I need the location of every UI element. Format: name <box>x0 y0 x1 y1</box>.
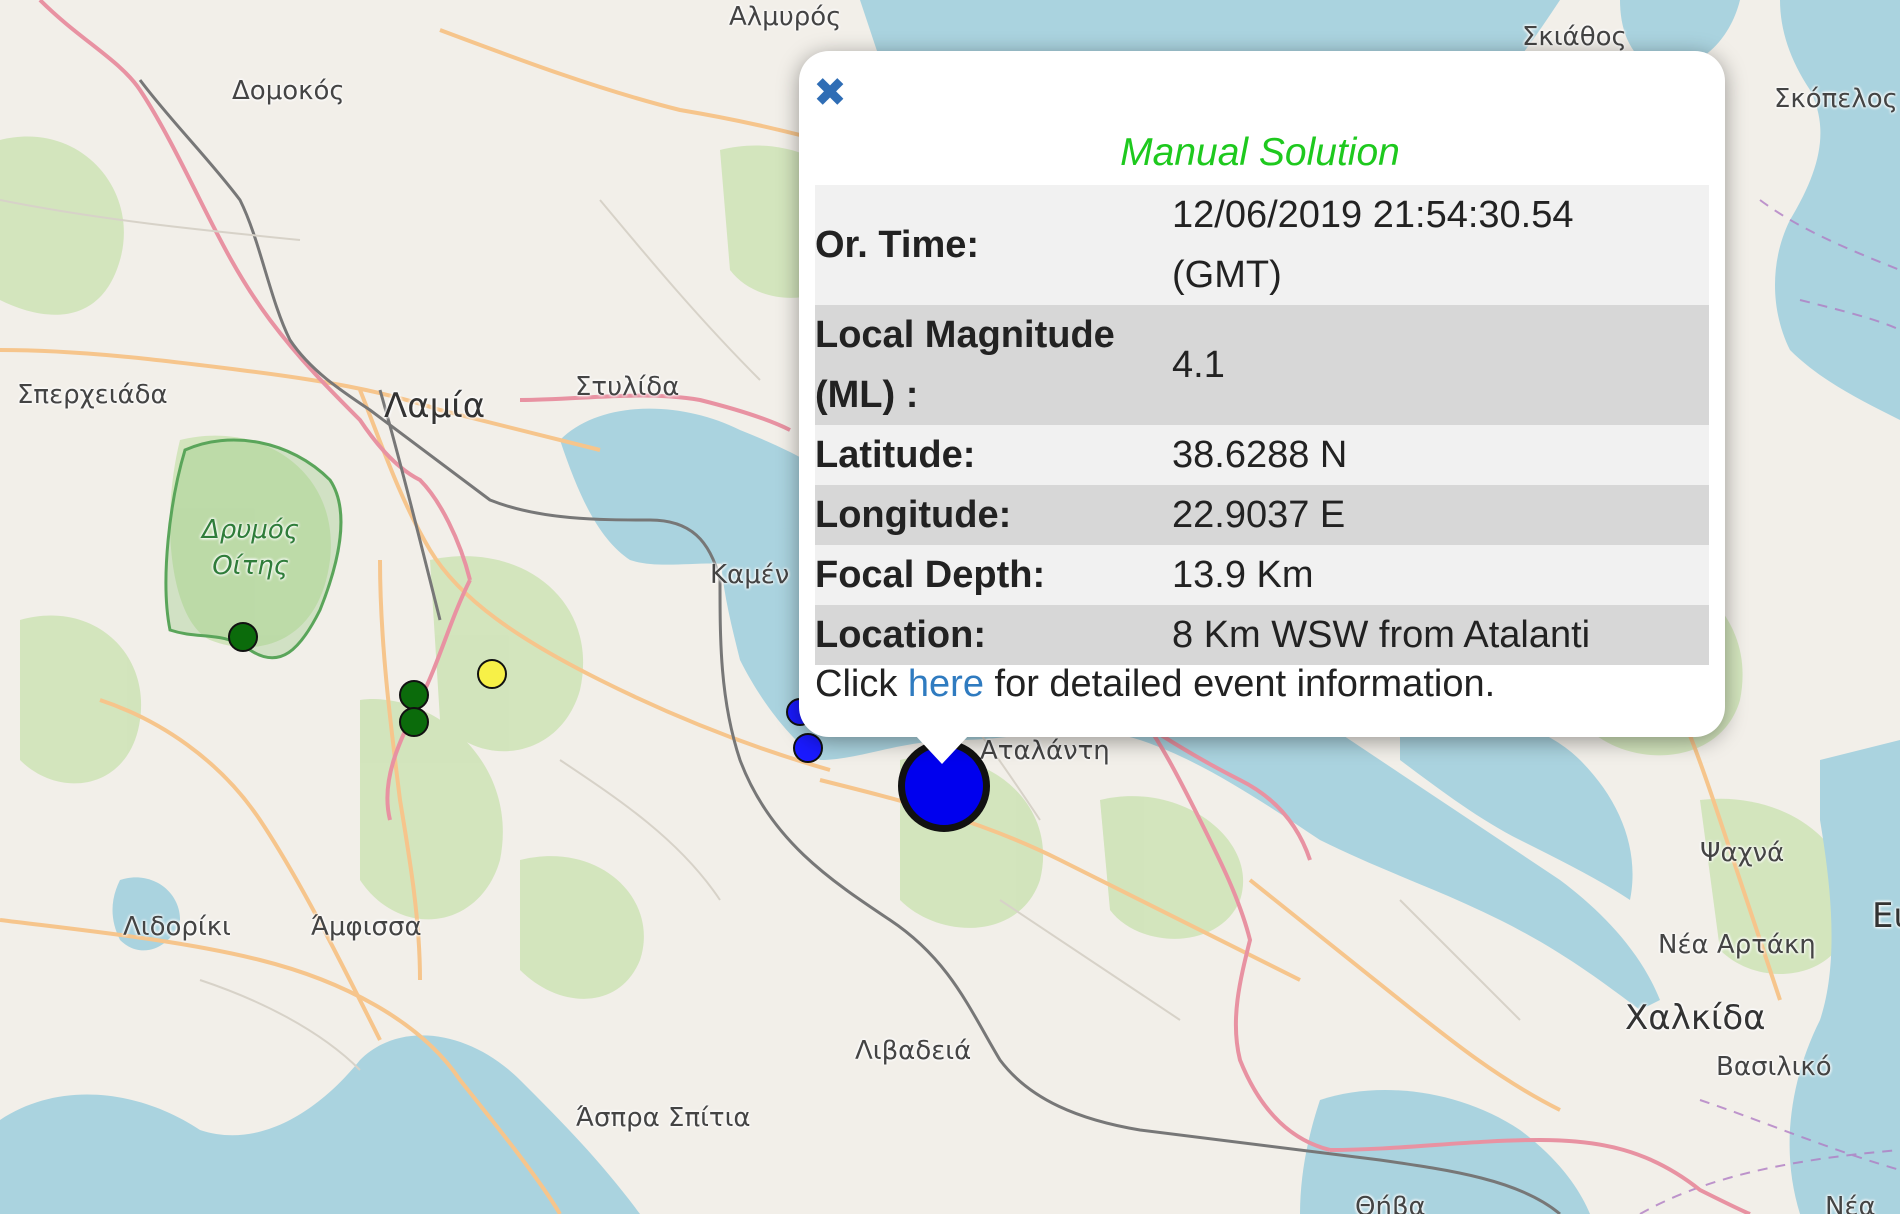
place-label-lidoriki: Λιδορίκι <box>123 912 231 942</box>
row-label: Location: <box>815 614 986 656</box>
place-label-edge: Ει <box>1872 896 1900 936</box>
row-value: 4.1 <box>1172 344 1225 386</box>
row-origin-time: Or. Time: 12/06/2019 21:54:30.54 (GMT) <box>815 185 1709 305</box>
place-label-spercheiada: Σπερχειάδα <box>17 380 168 410</box>
row-local-magnitude: Local Magnitude (ML) : 4.1 <box>815 305 1709 425</box>
place-label-psachna: Ψαχνά <box>1700 838 1785 868</box>
event-info-table: Or. Time: 12/06/2019 21:54:30.54 (GMT) L… <box>815 185 1709 665</box>
place-label-livadeia: Λιβαδειά <box>855 1036 972 1066</box>
seismic-map[interactable]: Αλμυρός Σκιάθος Σκόπελος Δομοκός Σπερχει… <box>0 0 1900 1214</box>
detail-suffix: for detailed event information. <box>994 663 1496 705</box>
place-label-almyros: Αλμυρός <box>729 2 842 32</box>
row-latitude: Latitude: 38.6288 N <box>815 425 1709 485</box>
row-focal-depth: Focal Depth: 13.9 Km <box>815 545 1709 605</box>
place-label-drymos-oitis: Δρυμός Οίτης <box>202 515 300 581</box>
place-label-thiva: Θήβα <box>1355 1192 1426 1214</box>
event-marker-blue-small-2[interactable] <box>793 733 823 763</box>
detail-link[interactable]: here <box>908 663 984 705</box>
place-label-kamena: Καμέν <box>710 560 790 590</box>
row-longitude: Longitude: 22.9037 E <box>815 485 1709 545</box>
row-location: Location: 8 Km WSW from Atalanti <box>815 605 1709 665</box>
place-label-vasiliko: Βασιλικό <box>1716 1052 1832 1082</box>
event-marker-green-1[interactable] <box>228 622 258 652</box>
place-label-nea-artaki: Νέα Αρτάκη <box>1658 930 1816 960</box>
row-label: Or. Time: <box>815 224 980 266</box>
detail-prefix: Click <box>815 663 898 705</box>
row-value: 12/06/2019 21:54:30.54 (GMT) <box>1172 194 1574 296</box>
place-label-chalkida: Χαλκίδα <box>1625 998 1766 1038</box>
place-label-lamia: Λαμία <box>384 386 486 426</box>
close-icon[interactable]: ✖ <box>813 73 847 113</box>
row-label: Longitude: <box>815 494 1012 536</box>
row-label: Focal Depth: <box>815 554 1046 596</box>
place-label-domokos: Δομοκός <box>232 76 345 106</box>
row-value: 13.9 Km <box>1172 554 1314 596</box>
row-value: 22.9037 E <box>1172 494 1346 536</box>
event-marker-yellow[interactable] <box>477 659 507 689</box>
place-label-atalanti: Αταλάντη <box>980 736 1110 766</box>
row-value: 38.6288 N <box>1172 434 1348 476</box>
row-value: 8 Km WSW from Atalanti <box>1172 614 1591 656</box>
event-marker-green-2[interactable] <box>399 680 429 710</box>
place-label-skopelos: Σκόπελος <box>1774 84 1898 114</box>
place-label-amfissa: Άμφισσα <box>311 912 422 942</box>
popup-title: Manual Solution <box>1120 131 1400 174</box>
detail-info-line: Click here for detailed event informatio… <box>815 663 1495 706</box>
place-label-aspra-spitia: Άσπρα Σπίτια <box>576 1103 751 1133</box>
event-marker-green-3[interactable] <box>399 707 429 737</box>
place-label-stylida: Στυλίδα <box>575 372 680 402</box>
place-label-nea: Νέα <box>1825 1192 1876 1214</box>
place-label-skiathos: Σκιάθος <box>1522 22 1627 52</box>
row-label: Local Magnitude (ML) : <box>815 314 1115 416</box>
row-label: Latitude: <box>815 434 976 476</box>
popup-pointer <box>915 735 969 764</box>
